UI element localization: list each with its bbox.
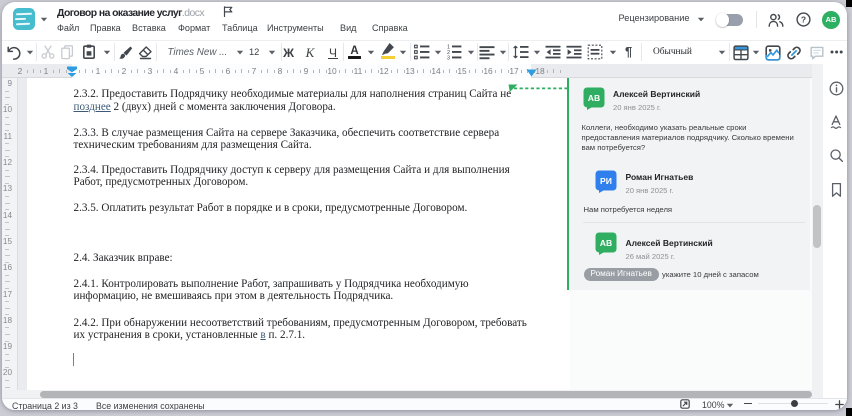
svg-text:?: ? (801, 14, 806, 24)
svg-text:3: 3 (447, 56, 450, 60)
svg-text:АВ: АВ (588, 93, 600, 103)
svg-text:РИ: РИ (600, 176, 612, 186)
svg-text:АВ: АВ (600, 238, 612, 248)
